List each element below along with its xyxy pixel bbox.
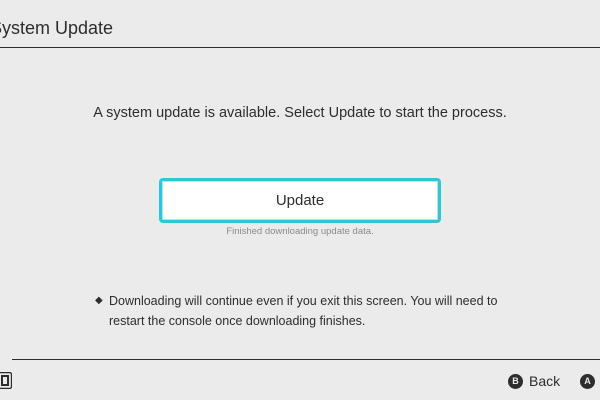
a-button-icon: A [580, 373, 595, 389]
back-label: Back [529, 373, 561, 389]
update-available-message: A system update is available. Select Upd… [93, 105, 507, 121]
a-button[interactable]: A [580, 372, 600, 390]
footer-divider [12, 359, 600, 360]
note-line-2: restart the console once downloading fin… [109, 314, 366, 328]
diamond-bullet-icon: ◆ [95, 295, 103, 306]
controller-icon [0, 371, 13, 390]
header: System Update [0, 0, 600, 48]
back-button[interactable]: B Back [508, 372, 560, 390]
download-note: ◆ Downloading will continue even if you … [95, 291, 535, 331]
update-button-label: Update [275, 192, 325, 209]
b-button-icon: B [508, 373, 523, 389]
update-button[interactable]: Update [159, 178, 441, 223]
note-line-1: Downloading will continue even if you ex… [109, 294, 498, 308]
header-divider [0, 47, 600, 48]
page-title: System Update [0, 18, 114, 38]
download-status-text: Finished downloading update data. [226, 226, 374, 237]
